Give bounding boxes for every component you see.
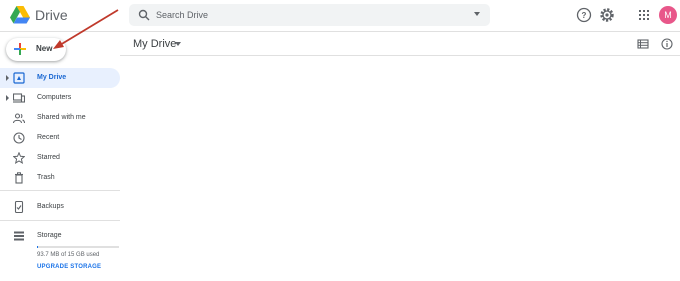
star-icon <box>13 152 25 164</box>
info-icon[interactable] <box>661 38 673 50</box>
sidebar-item-starred[interactable]: Starred <box>0 148 120 168</box>
storage-used-text: 93.7 MB of 15 GB used <box>37 252 100 258</box>
chevron-down-icon[interactable] <box>175 42 181 46</box>
sidebar-item-label: Backups <box>37 203 64 210</box>
clock-icon <box>13 132 25 144</box>
my-drive-icon <box>13 72 25 84</box>
sidebar-item-recent[interactable]: Recent <box>0 128 120 148</box>
sidebar-item-label: Shared with me <box>37 114 86 121</box>
sidebar-item-storage[interactable]: Storage <box>0 226 120 246</box>
top-bar: Drive ? M <box>0 0 680 32</box>
new-button[interactable]: New <box>6 38 66 61</box>
settings-icon[interactable] <box>598 6 616 24</box>
expand-caret-icon[interactable] <box>6 95 9 101</box>
backups-icon <box>14 201 24 213</box>
search-input[interactable] <box>156 7 456 23</box>
search-bar[interactable] <box>129 4 490 26</box>
app-name[interactable]: Drive <box>35 6 68 24</box>
sidebar-item-label: Trash <box>37 174 55 181</box>
sidebar-item-my-drive[interactable]: My Drive <box>0 68 120 88</box>
storage-progress-fill <box>37 246 38 248</box>
page-title[interactable]: My Drive <box>133 38 176 50</box>
avatar[interactable]: M <box>659 6 677 24</box>
sidebar-item-label: My Drive <box>37 74 67 81</box>
shared-icon <box>13 113 25 124</box>
sidebar-item-computers[interactable]: Computers <box>0 88 120 108</box>
sidebar-divider <box>0 220 120 221</box>
sidebar-item-shared-with-me[interactable]: Shared with me <box>0 108 120 128</box>
svg-text:?: ? <box>582 11 587 20</box>
main-divider <box>120 55 680 56</box>
storage-progress-bar <box>37 246 119 248</box>
search-options-icon[interactable] <box>474 12 480 16</box>
sidebar-item-label: Computers <box>37 94 72 101</box>
sidebar-item-label: Starred <box>37 154 60 161</box>
plus-icon <box>14 43 26 55</box>
drive-page: Drive ? M <box>0 0 680 281</box>
sidebar-item-label: Storage <box>37 232 62 239</box>
sidebar-divider <box>0 190 120 191</box>
help-icon[interactable]: ? <box>575 6 593 24</box>
apps-grid-icon[interactable] <box>635 6 653 24</box>
sidebar-item-label: Recent <box>37 134 60 141</box>
expand-caret-icon[interactable] <box>6 75 9 81</box>
storage-icon <box>14 231 24 241</box>
sidebar-item-trash[interactable]: Trash <box>0 168 120 188</box>
search-icon[interactable] <box>138 9 150 21</box>
list-view-icon[interactable] <box>637 38 649 50</box>
sidebar-item-backups[interactable]: Backups <box>0 197 120 217</box>
drive-logo-icon[interactable] <box>10 6 30 24</box>
computers-icon <box>13 93 25 103</box>
new-button-label: New <box>36 44 53 53</box>
upgrade-storage-link[interactable]: UPGRADE STORAGE <box>37 264 101 270</box>
trash-icon <box>15 172 23 184</box>
